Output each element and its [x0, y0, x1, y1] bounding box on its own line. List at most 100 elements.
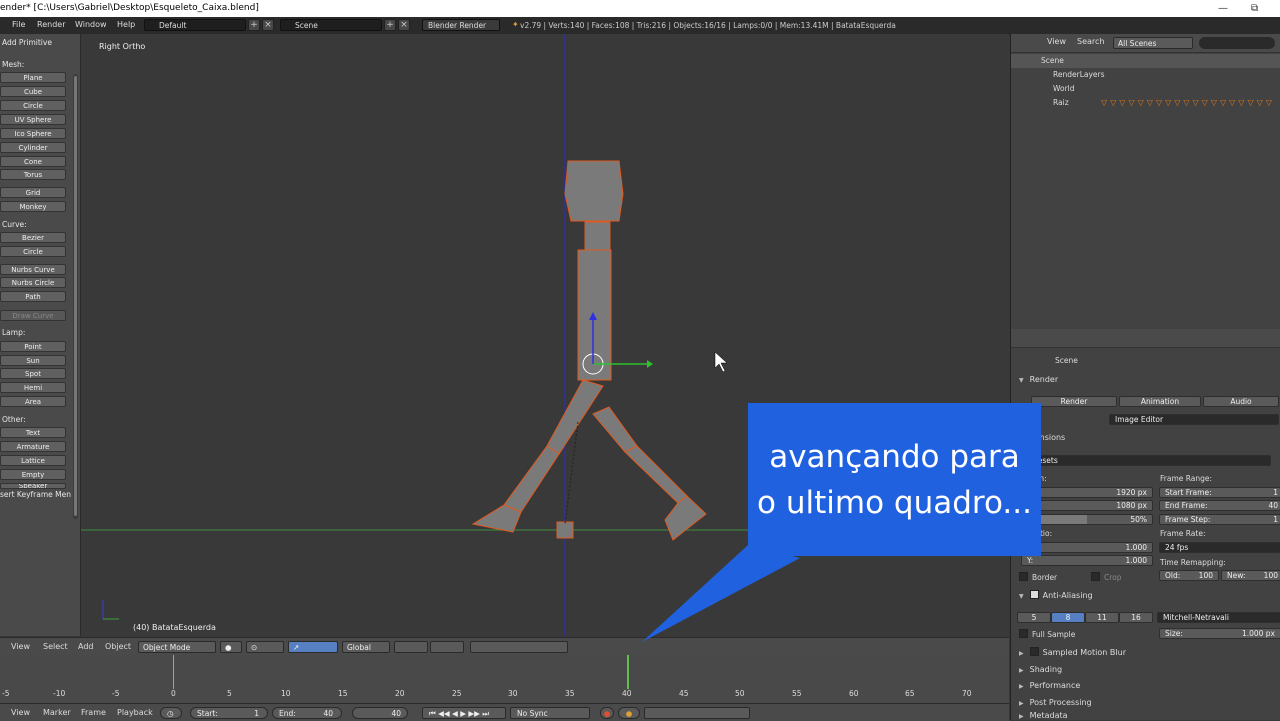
select-menu[interactable]: Select — [43, 642, 68, 651]
add-point-lamp-button[interactable]: Point — [0, 341, 66, 352]
add-bezier-button[interactable]: Bezier — [0, 232, 66, 243]
remap-new-field[interactable]: New: 100 — [1221, 570, 1280, 581]
menu-render[interactable]: Render — [37, 20, 65, 29]
aa-filter-selector[interactable]: Mitchell-Netravali — [1157, 612, 1280, 623]
add-nurbs-curve-button[interactable]: Nurbs Curve — [0, 264, 66, 275]
add-empty-button[interactable]: Empty — [0, 469, 66, 480]
frame-step-prop[interactable]: Frame Step: 1 — [1159, 514, 1280, 525]
pivot-selector[interactable]: ⊙ — [246, 641, 284, 653]
menu-help[interactable]: Help — [117, 20, 135, 29]
layers-grid-2[interactable] — [430, 641, 464, 653]
audio-button[interactable]: Audio — [1203, 396, 1279, 407]
full-sample-checkbox[interactable]: Full Sample — [1019, 629, 1075, 639]
add-cone-button[interactable]: Cone — [0, 156, 66, 167]
aa-samples-8[interactable]: 8 — [1051, 612, 1085, 623]
playhead[interactable] — [627, 655, 629, 689]
performance-section[interactable]: Performance — [1011, 678, 1280, 694]
animation-button[interactable]: Animation — [1119, 396, 1201, 407]
add-speaker-button[interactable]: Speaker — [0, 483, 66, 489]
scene-selector[interactable]: Scene — [280, 19, 382, 31]
outliner-view-menu[interactable]: View — [1047, 37, 1066, 46]
sync-selector[interactable]: No Sync — [510, 707, 590, 719]
render-engine-selector[interactable]: Blender Render — [422, 19, 500, 31]
preview-range-toggle[interactable]: ◷ — [160, 707, 182, 719]
add-hemi-lamp-button[interactable]: Hemi — [0, 382, 66, 393]
timeline-view-menu[interactable]: View — [11, 708, 30, 717]
marker-menu[interactable]: Marker — [43, 708, 71, 717]
end-frame-field[interactable]: End: 40 — [272, 707, 342, 719]
add-text-button[interactable]: Text — [0, 427, 66, 438]
remove-layout-button[interactable]: × — [262, 19, 274, 31]
add-armature-button[interactable]: Armature — [0, 441, 66, 452]
add-sun-lamp-button[interactable]: Sun — [0, 355, 66, 366]
scenes-filter-selector[interactable]: All Scenes — [1113, 37, 1193, 49]
frame-rate-selector[interactable]: 24 fps — [1159, 542, 1280, 553]
add-cube-button[interactable]: Cube — [0, 86, 66, 97]
add-uv-sphere-button[interactable]: UV Sphere — [0, 114, 66, 125]
add-layout-button[interactable]: + — [248, 19, 260, 31]
start-frame-prop[interactable]: Start Frame: 1 — [1159, 487, 1280, 498]
mode-selector[interactable]: Object Mode — [138, 641, 216, 653]
menu-window[interactable]: Window — [75, 20, 107, 29]
sampled-motion-blur-section[interactable]: Sampled Motion Blur — [1011, 645, 1280, 661]
view-menu[interactable]: View — [11, 642, 30, 651]
outliner-item-world[interactable]: World — [1011, 82, 1280, 96]
border-checkbox[interactable]: Border — [1019, 572, 1057, 582]
add-curve-circle-button[interactable]: Circle — [0, 246, 66, 257]
add-plane-button[interactable]: Plane — [0, 72, 66, 83]
render-section[interactable]: Render — [1011, 372, 1280, 388]
start-frame-field[interactable]: Start: 1 — [190, 707, 268, 719]
outliner-item-scene[interactable]: Scene — [1011, 54, 1280, 68]
metadata-section[interactable]: Metadata — [1011, 711, 1280, 720]
orientation-selector[interactable]: Global — [342, 641, 390, 653]
add-torus-button[interactable]: Torus — [0, 169, 66, 180]
add-ico-sphere-button[interactable]: Ico Sphere — [0, 128, 66, 139]
add-nurbs-circle-button[interactable]: Nurbs Circle — [0, 277, 66, 288]
add-grid-button[interactable]: Grid — [0, 187, 66, 198]
aa-samples-11[interactable]: 11 — [1085, 612, 1119, 623]
aspect-y-field[interactable]: Y: 1.000 — [1021, 555, 1153, 566]
playback-menu[interactable]: Playback — [117, 708, 153, 717]
draw-curve-button[interactable]: Draw Curve — [0, 310, 66, 321]
keying-set-field[interactable] — [644, 707, 750, 719]
record-icon[interactable]: ● — [600, 707, 614, 719]
layout-selector[interactable]: Default — [144, 19, 246, 31]
anti-aliasing-section[interactable]: Anti-Aliasing — [1011, 588, 1280, 604]
add-monkey-button[interactable]: Monkey — [0, 201, 66, 212]
shading-section[interactable]: Shading — [1011, 662, 1280, 678]
add-menu[interactable]: Add — [78, 642, 94, 651]
remap-old-field[interactable]: Old: 100 — [1159, 570, 1219, 581]
insert-keyframe-menu[interactable]: sert Keyframe Men — [0, 490, 71, 499]
outliner-search-menu[interactable]: Search — [1077, 37, 1104, 46]
layers-grid-1[interactable] — [394, 641, 428, 653]
end-frame-prop[interactable]: End Frame: 40 — [1159, 500, 1280, 511]
frame-menu[interactable]: Frame — [81, 708, 106, 717]
object-menu[interactable]: Object — [105, 642, 131, 651]
crop-checkbox[interactable]: Crop — [1091, 572, 1122, 582]
add-area-lamp-button[interactable]: Area — [0, 396, 66, 407]
keying-set-icon[interactable]: ● — [618, 707, 640, 719]
add-circle-button[interactable]: Circle — [0, 100, 66, 111]
post-processing-section[interactable]: Post Processing — [1011, 695, 1280, 711]
dimensions-section[interactable]: nensions — [1011, 430, 1280, 446]
add-lattice-button[interactable]: Lattice — [0, 455, 66, 466]
aa-samples-5[interactable]: 5 — [1017, 612, 1051, 623]
restore-icon[interactable]: ⧉ — [1251, 0, 1258, 17]
current-frame-field[interactable]: 40 — [352, 707, 408, 719]
render-presets-selector[interactable]: r Presets — [1019, 455, 1271, 466]
add-path-button[interactable]: Path — [0, 291, 66, 302]
shading-selector[interactable]: ● — [220, 641, 242, 653]
toolshelf-scrollbar[interactable] — [73, 74, 78, 519]
outliner-search-input[interactable] — [1199, 37, 1275, 49]
playback-controls[interactable]: ⏮ ◀◀ ◀ ▶ ▶▶ ⏭ — [422, 707, 506, 719]
outliner-item-raiz[interactable]: Raiz ▽▽▽▽▽▽▽▽▽▽▽▽▽▽▽▽▽▽▽ — [1011, 96, 1280, 110]
manipulator-toggle[interactable]: ↗ — [288, 641, 338, 653]
add-spot-lamp-button[interactable]: Spot — [0, 368, 66, 379]
display-selector[interactable]: Image Editor — [1109, 414, 1279, 425]
aa-size-field[interactable]: Size: 1.000 px — [1159, 628, 1280, 639]
add-cylinder-button[interactable]: Cylinder — [0, 142, 66, 153]
menu-file[interactable]: File — [12, 20, 25, 29]
properties-tabs[interactable] — [1011, 329, 1280, 348]
add-scene-button[interactable]: + — [384, 19, 396, 31]
render-button[interactable]: Render — [1031, 396, 1117, 407]
